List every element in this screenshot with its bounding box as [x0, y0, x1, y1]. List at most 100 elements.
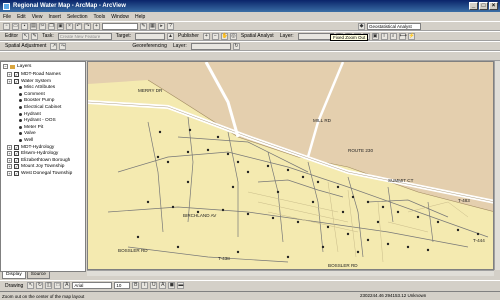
layer-checkbox[interactable]: ✓ — [14, 72, 19, 77]
toc-item[interactable]: + ✓ West Donegal Township — [7, 171, 72, 176]
layer-checkbox[interactable]: ✓ — [14, 171, 19, 176]
paste-icon[interactable]: ▣ — [57, 22, 64, 30]
layer-checkbox[interactable]: ✓ — [14, 157, 19, 163]
map-scale-dropdown[interactable] — [102, 22, 138, 30]
rotate-element-icon[interactable]: ↻ — [36, 282, 44, 289]
arctoolbox-icon[interactable]: ▦ — [149, 22, 156, 30]
task-dropdown[interactable]: Create New Feature — [57, 32, 112, 40]
copy-icon[interactable]: ❐ — [48, 22, 55, 30]
horizontal-scrollbar[interactable] — [87, 270, 494, 276]
map-canvas[interactable]: MERRY DR BIRCHLAND AV BOSSLER RD BOSSLER… — [88, 62, 494, 270]
toc-item[interactable]: Hydrant - OOS — [19, 118, 56, 123]
pan-icon[interactable]: ✋ — [220, 32, 228, 40]
expand-icon[interactable]: + — [7, 171, 12, 176]
toc-item[interactable]: Valve — [19, 131, 36, 136]
georeferencing-menu[interactable]: Georeferencing — [132, 43, 166, 49]
add-data-icon[interactable]: + — [93, 22, 100, 30]
sa-layer-dropdown[interactable] — [297, 32, 334, 40]
font-color-icon[interactable]: A — [159, 282, 167, 289]
open-icon[interactable]: ▭ — [12, 22, 19, 30]
new-icon[interactable]: ▫ — [3, 22, 10, 30]
toc-item[interactable]: + ✓ Elizabethtown Borough — [7, 157, 70, 163]
adjust-tool-icon[interactable]: ↗ — [50, 42, 58, 50]
toc-item[interactable]: Well — [19, 138, 33, 143]
drawing-menu[interactable]: Drawing — [5, 283, 23, 289]
menu-edit[interactable]: Edit — [17, 14, 26, 20]
expand-icon[interactable]: + — [7, 78, 12, 84]
toc-root[interactable]: − Layers — [3, 64, 31, 69]
menu-help[interactable]: Help — [135, 14, 145, 20]
print-icon[interactable]: ▤ — [30, 22, 37, 30]
maximize-button[interactable]: □ — [479, 2, 488, 10]
layer-checkbox[interactable]: ✓ — [14, 151, 19, 157]
vertical-scrollbar[interactable] — [494, 61, 500, 270]
fill-color-icon[interactable]: ◼ — [168, 282, 176, 289]
toc-item[interactable]: + ✓ Water System — [7, 78, 51, 84]
font-dropdown[interactable]: Arial — [72, 282, 113, 289]
measure-icon[interactable]: ⟷ — [398, 32, 407, 40]
minimize-button[interactable]: _ — [469, 2, 478, 10]
geo-layer-dropdown[interactable] — [190, 42, 231, 50]
geostat-icon[interactable]: ◆ — [358, 22, 365, 30]
menu-selection[interactable]: Selection — [67, 14, 88, 20]
line-color-icon[interactable]: ▬ — [177, 282, 185, 289]
sketch-tool-icon[interactable]: ✎ — [31, 32, 39, 40]
toc-item[interactable]: + ✓ Elswm-Hydrology — [7, 151, 58, 157]
editor-menu[interactable]: Editor — [5, 33, 18, 39]
select-features-icon[interactable]: ▣ — [371, 32, 379, 40]
menu-insert[interactable]: Insert — [48, 14, 61, 20]
map-display[interactable]: MERRY DR BIRCHLAND AV BOSSLER RD BOSSLER… — [87, 61, 494, 270]
tab-display[interactable]: Display — [2, 272, 26, 279]
toc-item[interactable]: Misc Attributes — [19, 85, 55, 90]
expand-icon[interactable]: + — [7, 72, 12, 77]
command-line-icon[interactable]: ▸ — [158, 22, 165, 30]
layer-checkbox[interactable]: ✓ — [14, 164, 19, 170]
layer-checkbox[interactable]: ✓ — [14, 144, 19, 150]
italic-icon[interactable]: I — [141, 282, 149, 289]
find-icon[interactable]: ⌕ — [389, 32, 397, 40]
toc-item[interactable]: Booster Pump — [19, 98, 54, 103]
undo-icon[interactable]: ↶ — [75, 22, 82, 30]
zoom-in-icon[interactable]: + — [202, 32, 210, 40]
toc-item[interactable]: + ✓ MDT-Hydrology — [7, 144, 54, 150]
adjust-link-icon[interactable]: ⤳ — [59, 42, 67, 50]
delete-icon[interactable]: × — [66, 22, 73, 30]
layer-checkbox[interactable]: ✓ — [14, 78, 19, 84]
collapse-icon[interactable]: − — [3, 64, 8, 69]
toc-item[interactable]: Hydrant — [19, 112, 41, 117]
rotate-icon[interactable]: ↻ — [232, 42, 240, 50]
font-size-dropdown[interactable]: 10 — [114, 282, 131, 289]
underline-icon[interactable]: U — [150, 282, 158, 289]
toc-item[interactable]: + ✓ MDT-Road Names — [7, 72, 61, 77]
zoom-out-icon[interactable]: − — [211, 32, 219, 40]
bold-icon[interactable]: B — [132, 282, 140, 289]
expand-icon[interactable]: + — [7, 144, 12, 150]
spatial-adjustment-menu[interactable]: Spatial Adjustment — [5, 43, 46, 49]
save-icon[interactable]: ▪ — [21, 22, 28, 30]
rectangle-icon[interactable]: □ — [54, 282, 62, 289]
publisher-menu[interactable]: Publisher — [178, 33, 199, 39]
expand-icon[interactable]: + — [7, 157, 12, 163]
menu-view[interactable]: View — [32, 14, 43, 20]
expand-icon[interactable]: + — [7, 151, 12, 157]
toc-item[interactable]: Electrical Cabinet — [19, 105, 61, 110]
editor-toolbar-icon[interactable]: ✎ — [140, 22, 147, 30]
help-icon[interactable]: ? — [167, 22, 174, 30]
menu-tools[interactable]: Tools — [94, 14, 106, 20]
geostatistical-analyst-dropdown[interactable]: Geostatistical Analyst — [367, 22, 421, 30]
tab-source[interactable]: Source — [26, 272, 50, 279]
menu-window[interactable]: Window — [111, 14, 129, 20]
toc-item[interactable]: + ✓ Mount Joy Township — [7, 164, 64, 170]
spatial-analyst-menu[interactable]: Spatial Analyst — [241, 33, 274, 39]
hyperlink-icon[interactable]: ⚡ — [407, 32, 415, 40]
full-extent-icon[interactable]: ◎ — [229, 32, 237, 40]
publisher-icon[interactable]: ▲ — [167, 32, 175, 40]
expand-icon[interactable]: + — [7, 164, 12, 170]
edit-tool-icon[interactable]: ↖ — [22, 32, 30, 40]
toc-item[interactable]: Meter Pit — [19, 125, 43, 130]
toc-item[interactable]: Comment — [19, 92, 45, 97]
select-elements-icon[interactable]: ↖ — [27, 282, 35, 289]
menu-file[interactable]: File — [3, 14, 11, 20]
identify-icon[interactable]: i — [380, 32, 388, 40]
target-dropdown[interactable] — [135, 32, 166, 40]
